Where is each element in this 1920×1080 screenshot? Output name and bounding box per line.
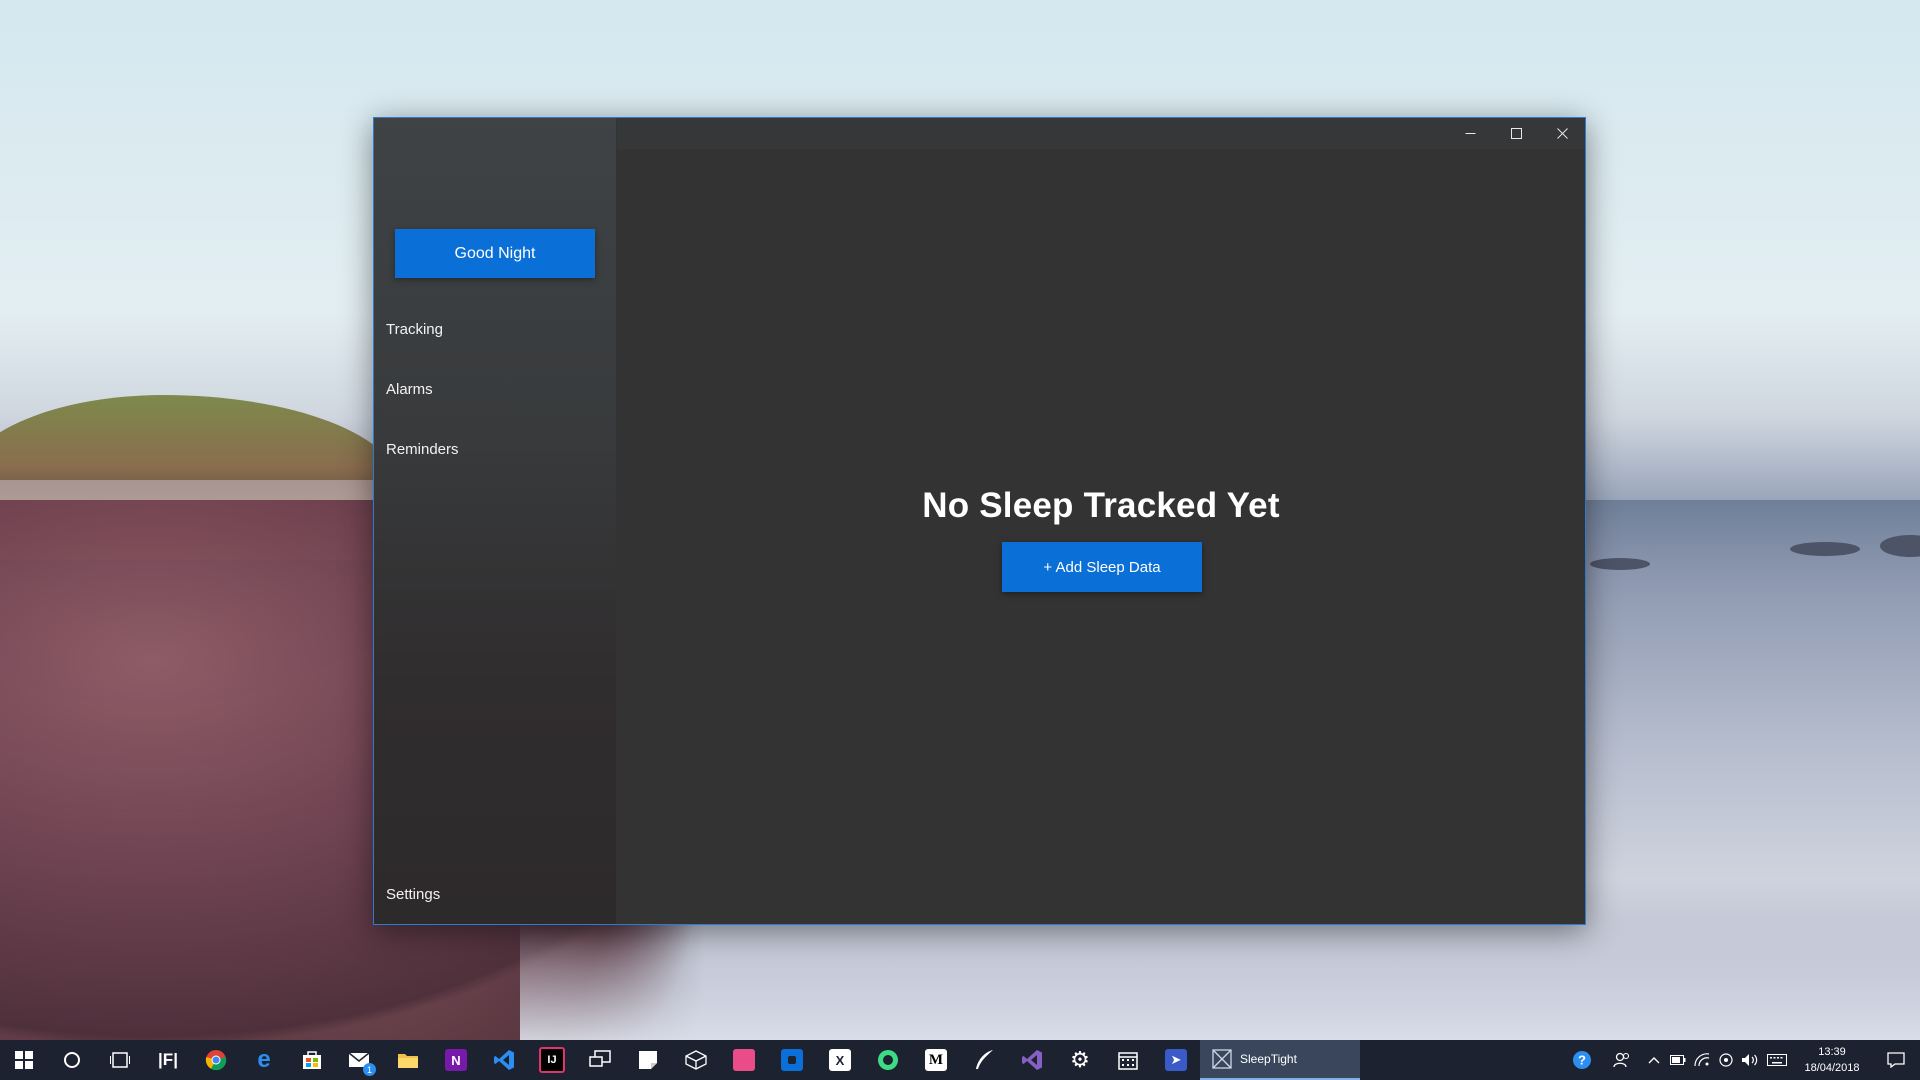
sidebar-item-alarms[interactable]: Alarms [386,381,433,398]
mail-badge: 1 [363,1063,376,1076]
onenote-icon[interactable]: N [432,1040,480,1080]
vscode-icon[interactable] [480,1040,528,1080]
close-icon [1556,128,1568,139]
action-center-icon[interactable] [1872,1040,1920,1080]
empty-state-title: No Sleep Tracked Yet [922,486,1280,525]
wifi-icon[interactable] [1690,1040,1714,1080]
clock-time: 13:39 [1818,1046,1846,1058]
volume-icon[interactable] [1738,1040,1762,1080]
app-tray-icon[interactable] [1714,1040,1738,1080]
sidebar: Good Night Tracking Alarms Reminders Set… [374,118,616,924]
calendar-icon[interactable] [1104,1040,1152,1080]
clock[interactable]: 13:39 18/04/2018 [1792,1044,1872,1076]
maximize-icon [1510,128,1522,139]
store-icon[interactable] [288,1040,336,1080]
title-bar[interactable] [617,118,1585,149]
edge-icon[interactable]: e [240,1040,288,1080]
sticky-notes-icon[interactable] [624,1040,672,1080]
keyboard-icon[interactable] [1762,1040,1792,1080]
show-hidden-icons-chevron-icon[interactable] [1642,1040,1666,1080]
app-window: Good Night Tracking Alarms Reminders Set… [373,117,1586,925]
fl-studio-label: |F| [158,1050,178,1069]
android-studio-icon[interactable] [864,1040,912,1080]
wallpaper-far-rock [1590,558,1650,570]
cortana-search-icon[interactable] [48,1040,96,1080]
windows-start-icon[interactable] [0,1040,48,1080]
taskbar-active-app[interactable]: SleepTight [1200,1040,1360,1080]
sidebar-item-settings[interactable]: Settings [386,886,440,903]
wallpaper-far-rock [1790,542,1860,556]
sidebar-item-reminders[interactable]: Reminders [386,441,459,458]
dribbble-icon[interactable] [720,1040,768,1080]
task-view-icon[interactable] [96,1040,144,1080]
close-button[interactable] [1539,118,1585,149]
excel-icon[interactable]: X [816,1040,864,1080]
medium-label: M [925,1049,947,1071]
medium-icon[interactable]: M [912,1040,960,1080]
good-night-button[interactable]: Good Night [395,229,595,278]
mail-icon[interactable]: 1 [336,1040,384,1080]
taskbar-active-app-label: SleepTight [1240,1052,1297,1066]
paper-plane-icon[interactable]: ➤ [1152,1040,1200,1080]
taskbar: |F| e 1 N IJ X M ⚙ ➤ SleepTight ? 13:39 … [0,1040,1920,1080]
visual-studio-icon[interactable] [1008,1040,1056,1080]
app-blue-icon[interactable] [768,1040,816,1080]
remote-desktop-icon[interactable] [576,1040,624,1080]
system-tray: ? 13:39 18/04/2018 [1562,1040,1920,1080]
sidebar-item-tracking[interactable]: Tracking [386,321,443,338]
minimize-icon [1465,133,1475,134]
maximize-button[interactable] [1493,118,1539,149]
battery-icon[interactable] [1666,1040,1690,1080]
quill-icon[interactable] [960,1040,1008,1080]
main-content: No Sleep Tracked Yet + Add Sleep Data [617,149,1585,924]
add-sleep-data-button[interactable]: + Add Sleep Data [1002,542,1202,592]
file-explorer-icon[interactable] [384,1040,432,1080]
help-icon[interactable]: ? [1562,1040,1602,1080]
people-icon[interactable] [1602,1040,1642,1080]
minimize-button[interactable] [1447,118,1493,149]
wallpaper-foam [520,920,1920,1040]
sleeptight-app-icon [1212,1049,1232,1069]
intellij-icon[interactable]: IJ [528,1040,576,1080]
chrome-icon[interactable] [192,1040,240,1080]
clock-date: 18/04/2018 [1804,1062,1860,1074]
settings-icon[interactable]: ⚙ [1056,1040,1104,1080]
svg-text:?: ? [1578,1053,1586,1068]
fl-studio-icon[interactable]: |F| [144,1040,192,1080]
3d-viewer-icon[interactable] [672,1040,720,1080]
